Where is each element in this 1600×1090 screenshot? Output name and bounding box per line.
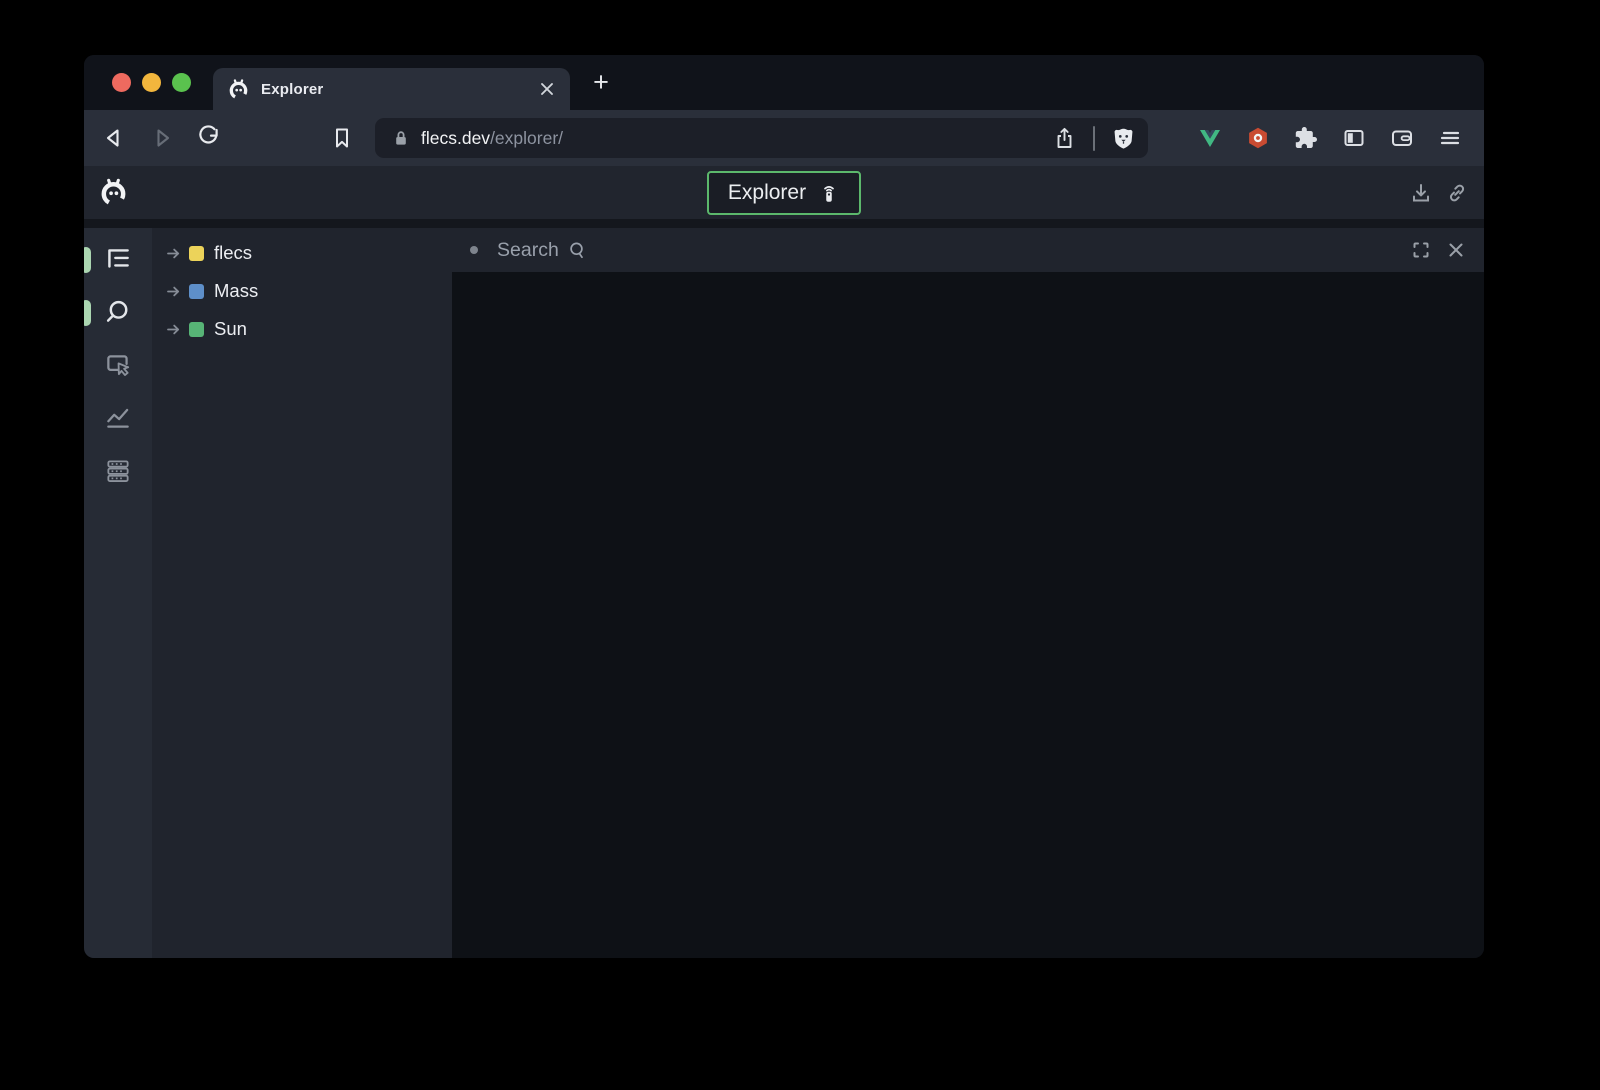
tree-row-flecs[interactable]: flecs <box>152 234 452 272</box>
close-window-button[interactable] <box>112 73 131 92</box>
forward-button[interactable] <box>149 125 175 151</box>
flecs-favicon-icon <box>227 78 250 101</box>
wallet-icon[interactable] <box>1390 126 1414 150</box>
close-panel-icon[interactable] <box>1446 240 1466 260</box>
component-color-swatch <box>189 284 204 299</box>
browser-tab-explorer[interactable]: Explorer <box>213 68 570 110</box>
desktop-background: Explorer + <box>0 0 1600 1090</box>
tab-bar: Explorer + <box>84 55 1484 110</box>
address-bar[interactable]: flecs.dev /explorer/ <box>375 118 1148 158</box>
query-header: Search <box>452 228 1484 272</box>
tree-item-label: Sun <box>214 318 247 340</box>
vue-devtools-icon[interactable] <box>1198 126 1222 150</box>
stats-icon[interactable] <box>103 403 133 433</box>
tab-title: Explorer <box>261 81 538 98</box>
header-actions <box>1410 166 1468 219</box>
entity-tree-panel: flecs Mass Sun <box>152 228 452 958</box>
tree-row-mass[interactable]: Mass <box>152 272 452 310</box>
minimize-window-button[interactable] <box>142 73 161 92</box>
query-search-label[interactable]: Search <box>497 239 559 262</box>
activity-bar <box>84 228 152 958</box>
url-divider <box>1093 126 1095 151</box>
expand-arrow-icon[interactable] <box>166 322 181 337</box>
query-active-indicator <box>84 300 91 326</box>
browser-window: Explorer + <box>84 55 1484 958</box>
expand-arrow-icon[interactable] <box>166 246 181 261</box>
new-tab-button[interactable]: + <box>584 55 618 110</box>
back-button[interactable] <box>101 125 127 151</box>
inspector-icon[interactable] <box>103 350 133 380</box>
bookmark-icon[interactable] <box>329 125 355 151</box>
query-status-dot <box>470 246 478 254</box>
explorer-title: Explorer <box>728 181 806 205</box>
query-search-icon[interactable] <box>103 297 133 327</box>
copy-link-icon[interactable] <box>1446 182 1468 204</box>
url-path: /explorer/ <box>490 128 563 149</box>
explorer-header: Explorer <box>84 166 1484 219</box>
tab-close-icon[interactable] <box>538 80 556 98</box>
query-results-area <box>452 272 1484 958</box>
maximize-window-button[interactable] <box>172 73 191 92</box>
tree-row-sun[interactable]: Sun <box>152 310 452 348</box>
extensions-puzzle-icon[interactable] <box>1294 126 1318 150</box>
menu-icon[interactable] <box>1438 126 1462 150</box>
query-panel: Search <box>452 228 1484 958</box>
flecs-logo-icon[interactable] <box>98 177 129 208</box>
navigation-toolbar: flecs.dev /explorer/ <box>84 110 1484 166</box>
search-icon[interactable] <box>567 240 588 261</box>
header-separator <box>84 219 1484 228</box>
memory-icon[interactable] <box>103 456 133 486</box>
tree-active-indicator <box>84 247 91 273</box>
lock-icon <box>391 128 411 148</box>
fullscreen-icon[interactable] <box>1411 240 1431 260</box>
traffic-lights <box>112 55 191 110</box>
download-icon[interactable] <box>1410 182 1432 204</box>
extensions-row <box>1198 110 1462 166</box>
tree-item-label: Mass <box>214 280 258 302</box>
entity-tree-icon[interactable] <box>103 244 133 274</box>
sidebar-toggle-icon[interactable] <box>1342 126 1366 150</box>
expand-arrow-icon[interactable] <box>166 284 181 299</box>
url-domain: flecs.dev <box>421 128 490 149</box>
tree-item-label: flecs <box>214 242 252 264</box>
hexagon-extension-icon[interactable] <box>1246 126 1270 150</box>
explorer-title-button[interactable]: Explorer <box>707 171 861 215</box>
module-color-swatch <box>189 246 204 261</box>
entity-color-swatch <box>189 322 204 337</box>
reload-button[interactable] <box>196 125 222 151</box>
remote-connection-icon <box>818 182 840 204</box>
explorer-body: flecs Mass Sun <box>84 228 1484 958</box>
brave-shields-icon[interactable] <box>1111 126 1136 151</box>
share-icon[interactable] <box>1052 126 1077 151</box>
